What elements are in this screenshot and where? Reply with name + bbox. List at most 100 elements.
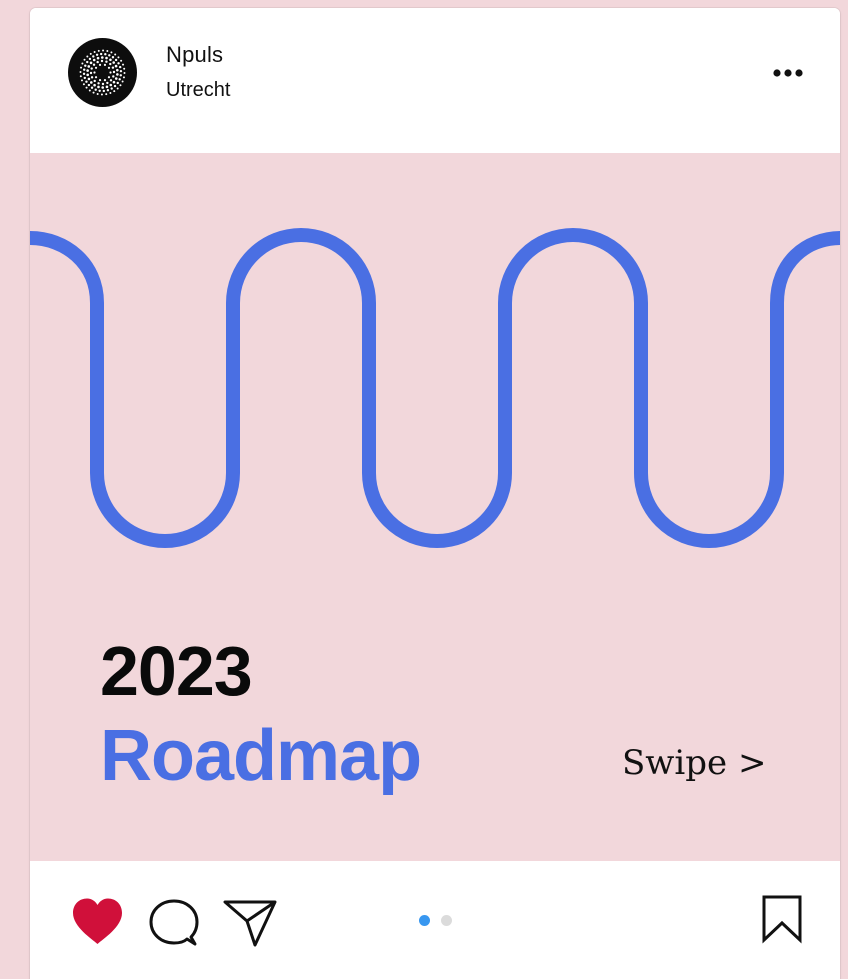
logo-dot bbox=[98, 63, 102, 66]
logo-dot bbox=[107, 76, 111, 79]
logo-dot bbox=[111, 56, 115, 59]
carousel-dot[interactable] bbox=[441, 915, 452, 926]
post-header: Npuls Utrecht bbox=[30, 8, 840, 153]
logo-dot bbox=[94, 88, 97, 91]
bookmark-icon bbox=[762, 895, 802, 944]
npuls-logo bbox=[79, 49, 126, 96]
logo-dot bbox=[109, 62, 112, 66]
logo-dot bbox=[113, 84, 117, 88]
account-avatar[interactable] bbox=[68, 38, 137, 107]
logo-dot bbox=[105, 93, 108, 96]
account-location[interactable]: Utrecht bbox=[166, 79, 230, 102]
wave-line bbox=[30, 228, 840, 548]
logo-dot bbox=[86, 55, 89, 58]
logo-dot bbox=[112, 75, 115, 78]
logo-dot bbox=[84, 64, 87, 67]
logo-dot bbox=[86, 73, 89, 77]
logo-dot bbox=[79, 75, 82, 78]
comment-button[interactable] bbox=[148, 897, 200, 949]
logo-dot bbox=[80, 79, 83, 82]
share-button[interactable] bbox=[222, 897, 278, 949]
logo-dot bbox=[90, 67, 93, 70]
logo-dot bbox=[94, 76, 98, 79]
logo-dot bbox=[123, 67, 126, 70]
logo-dot bbox=[102, 49, 105, 52]
comment-icon bbox=[149, 899, 199, 946]
carousel-dot-active[interactable] bbox=[419, 915, 430, 926]
more-options-button[interactable] bbox=[768, 60, 808, 86]
like-button[interactable] bbox=[70, 896, 125, 948]
heart-shape bbox=[73, 898, 122, 944]
logo-dot bbox=[114, 77, 118, 80]
logo-dot bbox=[109, 92, 112, 95]
logo-dot bbox=[88, 89, 91, 92]
post-image[interactable]: 2023 Roadmap Swipe > bbox=[30, 153, 840, 861]
logo-dot bbox=[89, 71, 93, 75]
logo-dot bbox=[110, 51, 113, 54]
logo-dot bbox=[100, 93, 103, 96]
post-action-bar bbox=[30, 861, 840, 979]
save-button[interactable] bbox=[760, 894, 804, 944]
carousel-indicator bbox=[415, 913, 465, 929]
logo-dot bbox=[104, 53, 107, 56]
ellipsis-icon bbox=[773, 69, 803, 77]
logo-dot bbox=[109, 58, 112, 62]
logo-dot bbox=[98, 79, 102, 82]
logo-dot bbox=[106, 50, 109, 53]
logo-dot bbox=[118, 78, 121, 81]
logo-dot bbox=[97, 82, 100, 85]
logo-dot bbox=[90, 76, 94, 79]
logo-dot bbox=[116, 68, 119, 72]
logo-dot bbox=[105, 60, 108, 63]
account-name[interactable]: Npuls bbox=[166, 42, 223, 68]
logo-dot bbox=[114, 53, 117, 56]
logo-dot bbox=[119, 69, 123, 73]
logo-dot bbox=[97, 85, 100, 89]
logo-dot bbox=[85, 80, 88, 83]
logo-dot bbox=[88, 57, 92, 61]
logo-dot bbox=[111, 66, 115, 69]
logo-dot bbox=[107, 66, 111, 69]
roadmap-headline: Roadmap bbox=[100, 716, 422, 796]
instagram-post-card: Npuls Utrecht 2023 Roadmap Swipe > bbox=[30, 8, 840, 979]
logo-dot bbox=[92, 91, 95, 94]
logo-dot bbox=[82, 72, 86, 76]
logo-dot bbox=[93, 71, 96, 74]
logo-dot bbox=[120, 59, 123, 62]
logo-dot bbox=[93, 83, 96, 87]
logo-dot bbox=[89, 61, 93, 65]
logo-dot bbox=[96, 92, 99, 95]
logo-dot bbox=[112, 70, 116, 74]
logo-dot bbox=[80, 66, 83, 69]
logo-dot bbox=[85, 86, 88, 89]
logo-dot bbox=[83, 76, 87, 80]
logo-dot bbox=[117, 62, 120, 65]
year-text: 2023 bbox=[100, 632, 253, 710]
swipe-hint[interactable]: Swipe > bbox=[622, 743, 766, 783]
logo-dot bbox=[98, 89, 101, 92]
logo-dot bbox=[89, 52, 92, 55]
logo-dot bbox=[116, 73, 119, 76]
logo-dot bbox=[114, 58, 118, 62]
logo-dot bbox=[121, 80, 124, 83]
logo-dot bbox=[86, 69, 89, 72]
logo-dot bbox=[93, 79, 96, 83]
logo-dot bbox=[110, 87, 113, 90]
logo-dot bbox=[100, 56, 104, 59]
logo-dot bbox=[87, 83, 91, 87]
logo-dot bbox=[106, 88, 110, 92]
logo-dot bbox=[116, 81, 119, 85]
logo-dot bbox=[90, 81, 93, 84]
logo-dot bbox=[108, 54, 111, 57]
logo-dot bbox=[113, 90, 116, 93]
logo-dot bbox=[122, 63, 125, 66]
logo-dot bbox=[95, 53, 99, 57]
logo-dot bbox=[112, 61, 115, 64]
heart-icon bbox=[73, 898, 122, 944]
logo-dot bbox=[92, 58, 96, 62]
logo-dot bbox=[97, 49, 100, 52]
logo-dot bbox=[99, 52, 103, 56]
logo-dot bbox=[102, 89, 106, 93]
logo-dot bbox=[103, 63, 107, 66]
logo-dot bbox=[123, 72, 126, 75]
